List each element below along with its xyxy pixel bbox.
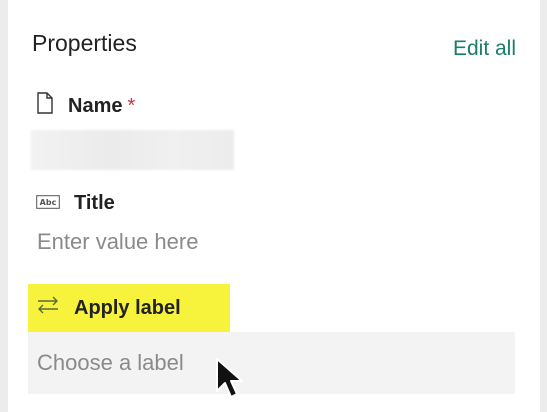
svg-text:Abc: Abc [40,198,57,207]
apply-label-field-label: Apply label [28,284,230,332]
panel-title: Properties [32,30,137,56]
name-label-text: Name [68,94,123,117]
name-field-label: Name * [36,92,135,120]
title-label-text: Title [74,192,115,214]
apply-label-text: Apply label [74,296,181,319]
title-input[interactable]: Enter value here [37,229,198,255]
title-field-label: Abc Title [36,192,115,215]
choose-label-placeholder: Choose a label [37,350,184,375]
swap-arrows-icon [36,295,60,321]
text-field-icon: Abc [36,192,60,215]
document-icon [36,92,54,120]
choose-label-dropdown[interactable]: Choose a label [28,332,515,394]
mouse-pointer-icon [215,357,245,406]
edit-all-link[interactable]: Edit all [453,37,516,61]
required-marker: * [127,94,136,117]
name-value-blurred[interactable] [31,130,234,170]
properties-panel: Properties Edit all Name * Abc Title Ent… [8,0,540,412]
